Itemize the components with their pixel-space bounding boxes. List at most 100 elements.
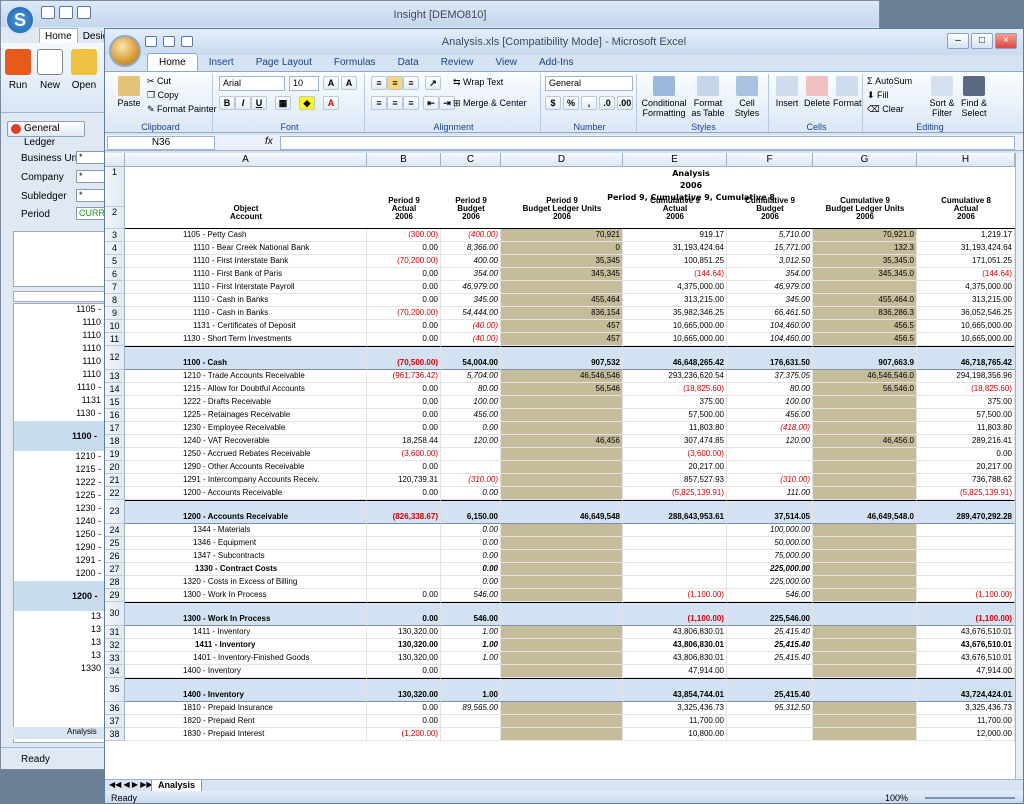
cell-d-29[interactable] — [501, 589, 623, 602]
cell-e-18[interactable]: 307,474.85 — [623, 435, 727, 448]
cell-f-24[interactable]: 100,000.00 — [727, 524, 813, 537]
cell-b-4[interactable]: 0.00 — [367, 242, 441, 255]
cell-c-8[interactable]: 345.00 — [441, 294, 501, 307]
cell-b-7[interactable]: 0.00 — [367, 281, 441, 294]
sort-filter-button[interactable]: Sort & Filter — [927, 76, 957, 118]
cell-d-13[interactable]: 46,546,546 — [501, 370, 623, 383]
cell-b-25[interactable] — [367, 537, 441, 550]
cell-b-22[interactable]: 0.00 — [367, 487, 441, 500]
cell-c-33[interactable]: 1.00 — [441, 652, 501, 665]
cell-e-12[interactable]: 46,648,265.42 — [623, 346, 727, 370]
cell-a-9[interactable]: 1110 - Cash in Banks — [125, 307, 367, 320]
cell-c-15[interactable]: 100.00 — [441, 396, 501, 409]
cell-g-12[interactable]: 907,663.9 — [813, 346, 917, 370]
cell-g-38[interactable] — [813, 728, 917, 741]
cell-e-3[interactable]: 919.17 — [623, 229, 727, 242]
cell-e-22[interactable]: (5,825,139.91) — [623, 487, 727, 500]
cell-e-4[interactable]: 31,193,424.64 — [623, 242, 727, 255]
cell-d-17[interactable] — [501, 422, 623, 435]
cell-d-33[interactable] — [501, 652, 623, 665]
cell-a-16[interactable]: 1225 - Retainages Receivable — [125, 409, 367, 422]
cell-c-10[interactable]: (40.00) — [441, 320, 501, 333]
cell-e-7[interactable]: 4,375,000.00 — [623, 281, 727, 294]
cell-a-17[interactable]: 1230 - Employee Receivable — [125, 422, 367, 435]
tab-page-layout[interactable]: Page Layout — [245, 54, 323, 71]
cell-g-31[interactable] — [813, 626, 917, 639]
tab-home[interactable]: Home — [147, 53, 198, 71]
sheet-nav-icon[interactable]: ◀◀ ◀ ▶ ▶▶ — [109, 780, 153, 789]
cell-h-20[interactable]: 20,217.00 — [917, 461, 1015, 474]
cell-b-8[interactable]: 0.00 — [367, 294, 441, 307]
cell-h-24[interactable] — [917, 524, 1015, 537]
cell-e-29[interactable]: (1,100.00) — [623, 589, 727, 602]
cell-f-17[interactable]: (418.00) — [727, 422, 813, 435]
tab-review[interactable]: Review — [430, 54, 485, 71]
cell-c-14[interactable]: 80.00 — [441, 383, 501, 396]
cell-f-11[interactable]: 104,460.00 — [727, 333, 813, 346]
cell-c-9[interactable]: 54,444.00 — [441, 307, 501, 320]
clear-button[interactable]: ⌫ Clear — [867, 104, 904, 115]
row-header[interactable]: 26 — [105, 550, 125, 563]
cell-f-21[interactable]: (310.00) — [727, 474, 813, 487]
cell-b-20[interactable]: 0.00 — [367, 461, 441, 474]
cell-g-9[interactable]: 836,286.3 — [813, 307, 917, 320]
cell-d-38[interactable] — [501, 728, 623, 741]
cell-g-17[interactable] — [813, 422, 917, 435]
cell-a-13[interactable]: 1210 - Trade Accounts Receivable — [125, 370, 367, 383]
cell-a-32[interactable]: 1411 - Inventory — [125, 639, 367, 652]
cell-a-20[interactable]: 1290 - Other Accounts Receivable — [125, 461, 367, 474]
cell-h-9[interactable]: 36,052,546.25 — [917, 307, 1015, 320]
cell-g-30[interactable] — [813, 602, 917, 626]
cell-e-24[interactable] — [623, 524, 727, 537]
row-header[interactable]: 7 — [105, 281, 125, 294]
autosum-button[interactable]: Σ AutoSum — [867, 76, 912, 86]
cell-b-21[interactable]: 120,739.31 — [367, 474, 441, 487]
tab-insert[interactable]: Insert — [198, 54, 245, 71]
cell-g-23[interactable]: 46,649,548.0 — [813, 500, 917, 524]
cell-g-37[interactable] — [813, 715, 917, 728]
cell-f-16[interactable]: 456.00 — [727, 409, 813, 422]
cell-d-28[interactable] — [501, 576, 623, 589]
fill-color-icon[interactable]: ◆ — [299, 96, 315, 110]
cell-d-19[interactable] — [501, 448, 623, 461]
cell-h-4[interactable]: 31,193,424.64 — [917, 242, 1015, 255]
cell-c-16[interactable]: 456.00 — [441, 409, 501, 422]
cell-g-3[interactable]: 70,921.0 — [813, 229, 917, 242]
cell-g-34[interactable] — [813, 665, 917, 678]
cell-a-29[interactable]: 1300 - Work In Process — [125, 589, 367, 602]
grow-font-icon[interactable]: A — [323, 76, 339, 90]
cell-b-10[interactable]: 0.00 — [367, 320, 441, 333]
cell-c-20[interactable] — [441, 461, 501, 474]
copy-button[interactable]: ❐ Copy — [147, 90, 179, 101]
cell-h-5[interactable]: 171,051.25 — [917, 255, 1015, 268]
cell-f-25[interactable]: 50,000.00 — [727, 537, 813, 550]
minimize-icon[interactable]: – — [947, 33, 969, 49]
font-size-select[interactable]: 10 — [289, 76, 319, 91]
cell-a-35[interactable]: 1400 - Inventory — [125, 678, 367, 702]
fill-button[interactable]: ⬇ Fill — [867, 90, 889, 101]
number-format-select[interactable]: General — [545, 76, 633, 91]
cell-b-34[interactable]: 0.00 — [367, 665, 441, 678]
cell-a-7[interactable]: 1110 - First Interstate Payroll — [125, 281, 367, 294]
cell-c-3[interactable]: (400.00) — [441, 229, 501, 242]
row-header[interactable]: 30 — [105, 602, 125, 626]
cell-h-34[interactable]: 47,914.00 — [917, 665, 1015, 678]
cell-a-6[interactable]: 1110 - First Bank of Paris — [125, 268, 367, 281]
cell-a-34[interactable]: 1400 - Inventory — [125, 665, 367, 678]
cell-g-35[interactable] — [813, 678, 917, 702]
row-header[interactable]: 21 — [105, 474, 125, 487]
row-header[interactable]: 14 — [105, 383, 125, 396]
cell-a-31[interactable]: 1411 - Inventory — [125, 626, 367, 639]
find-select-button[interactable]: Find & Select — [959, 76, 989, 118]
row-header[interactable]: 3 — [105, 229, 125, 242]
cell-h-27[interactable] — [917, 563, 1015, 576]
cell-d-15[interactable] — [501, 396, 623, 409]
orientation-icon[interactable]: ↗ — [425, 76, 441, 90]
cell-b-13[interactable]: (961,736.42) — [367, 370, 441, 383]
cell-f-32[interactable]: 25,415.40 — [727, 639, 813, 652]
cell-c-7[interactable]: 46,979.00 — [441, 281, 501, 294]
cell-f-5[interactable]: 3,012.50 — [727, 255, 813, 268]
align-left-icon[interactable]: ≡ — [371, 96, 387, 110]
row-header[interactable]: 34 — [105, 665, 125, 678]
row-header[interactable]: 29 — [105, 589, 125, 602]
